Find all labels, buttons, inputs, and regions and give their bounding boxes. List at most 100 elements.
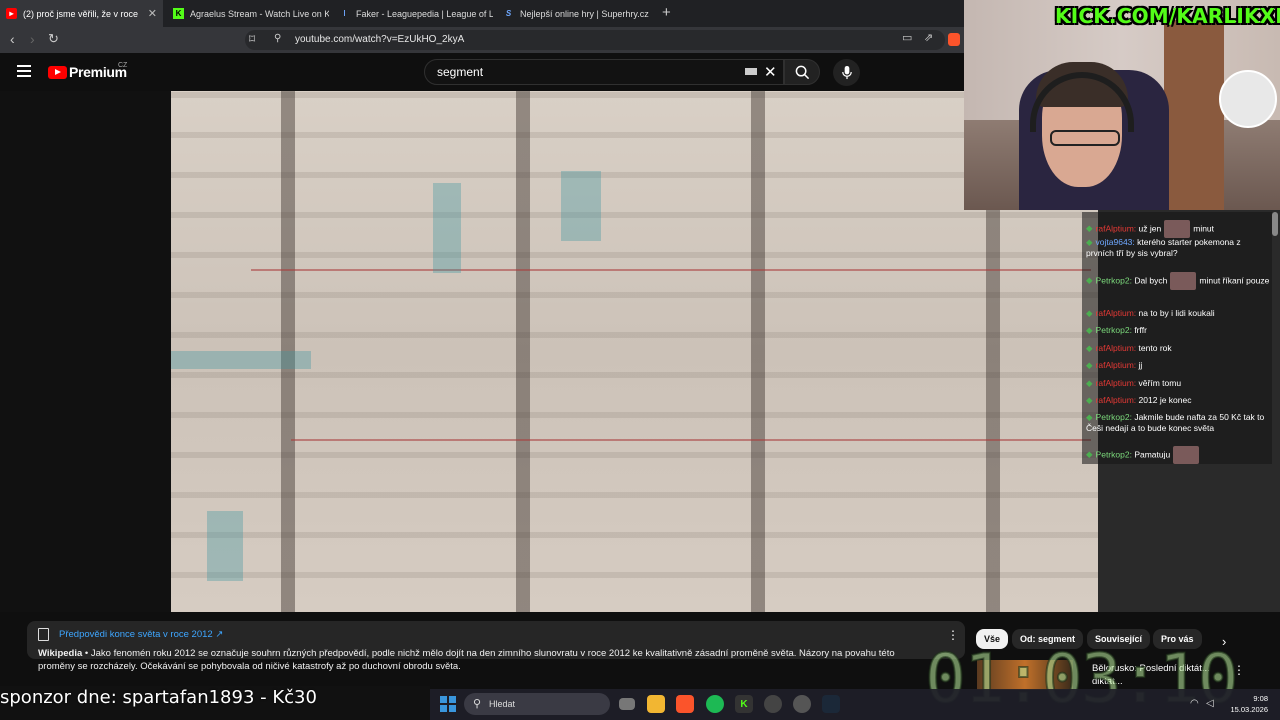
- chat-message: ◆ vojta9643: kterého starter pokemona z p…: [1086, 237, 1270, 259]
- chat-text: frffr: [1134, 325, 1147, 335]
- search-button[interactable]: [784, 59, 820, 85]
- kick-app-icon[interactable]: K: [735, 695, 753, 713]
- video-detail: [207, 511, 243, 581]
- kick-icon: K: [173, 8, 184, 19]
- chat-text: Pamatuju: [1134, 449, 1171, 460]
- tab-label: Nejlepší online hry | Superhry.cz: [520, 8, 649, 19]
- search-icon: [795, 65, 809, 79]
- chat-message: ◆ rafAlptium: na to by i lidi koukali: [1086, 308, 1270, 319]
- chat-username: rafAlptium:: [1095, 223, 1137, 234]
- info-panel-source: Wikipedia: [38, 648, 83, 659]
- brave-shield-icon[interactable]: [948, 33, 960, 46]
- gem-icon: ◆: [1086, 237, 1093, 247]
- screen-icon[interactable]: ▭: [902, 31, 912, 44]
- chat-message: ◆ rafAlptium: 2012 je konec: [1086, 395, 1270, 406]
- chat-message: ◆ Petrkop2: frffr: [1086, 325, 1270, 336]
- close-icon[interactable]: ✕: [142, 7, 157, 20]
- network-icon[interactable]: ◠: [1190, 698, 1199, 709]
- obs-icon[interactable]: [793, 695, 811, 713]
- gem-icon: ◆: [1086, 223, 1093, 234]
- spotify-icon[interactable]: [706, 695, 724, 713]
- tab-label: Faker - Leaguepedia | League of Lege: [356, 8, 493, 19]
- emote-icon: [1170, 272, 1197, 290]
- forward-icon[interactable]: ›: [30, 31, 35, 47]
- share-icon[interactable]: ⇗: [924, 31, 933, 44]
- keyboard-icon[interactable]: [745, 68, 757, 75]
- chat-text: na to by i lidi koukali: [1138, 308, 1215, 318]
- chat-text: věřím tomu: [1138, 378, 1182, 388]
- chat-scrollbar[interactable]: [1272, 212, 1278, 236]
- tab-kick[interactable]: K Agraelus Stream - Watch Live on Kick: [167, 0, 329, 27]
- chat-text: jj: [1138, 360, 1143, 370]
- taskbar-clock[interactable]: 9:08 15.03.2026: [1222, 693, 1268, 715]
- file-explorer-icon[interactable]: [647, 695, 665, 713]
- gem-icon: ◆: [1086, 378, 1093, 388]
- video-detail: [171, 351, 311, 369]
- task-view-icon[interactable]: [619, 698, 635, 710]
- chat-message: ◆ Petrkop2: Jakmile bude nafta za 50 Kč t…: [1086, 412, 1270, 434]
- tab-youtube[interactable]: ▸ (2) proč jsme věřili, že v roce ✕: [0, 0, 163, 27]
- emote-icon: [1173, 446, 1200, 464]
- video-detail: [291, 439, 1091, 441]
- tab-superhry[interactable]: S Nejlepší online hry | Superhry.cz: [497, 0, 657, 27]
- taskbar-search-placeholder: Hledat: [489, 699, 516, 709]
- site-info-icon[interactable]: ⚲: [274, 33, 281, 44]
- video-detail: [433, 183, 461, 273]
- back-icon[interactable]: ‹: [10, 31, 15, 47]
- chat-text: minut: [1193, 223, 1215, 234]
- url-text[interactable]: youtube.com/watch?v=EzUkHO_2kyA: [295, 34, 464, 45]
- superhry-icon: S: [505, 9, 512, 18]
- chat-username: vojta9643:: [1095, 237, 1135, 247]
- gem-icon: ◆: [1086, 343, 1093, 353]
- tab-label: (2) proč jsme věřili, že v roce: [23, 8, 139, 19]
- clear-search-icon[interactable]: ✕: [764, 63, 777, 81]
- brave-browser-icon[interactable]: [676, 695, 694, 713]
- page-background-left: [0, 91, 171, 612]
- reload-icon[interactable]: ↻: [48, 31, 59, 47]
- leaguepedia-icon: ǀ: [343, 9, 346, 18]
- volume-icon[interactable]: ◁: [1206, 698, 1214, 709]
- search-input[interactable]: [435, 64, 739, 80]
- taskbar-search[interactable]: [464, 693, 610, 715]
- bookmark-icon[interactable]: ⌑: [249, 32, 255, 46]
- region-code: CZ: [118, 62, 128, 69]
- info-panel-body: • Jako fenomén roku 2012 se označuje sou…: [38, 648, 895, 672]
- gem-icon: ◆: [1086, 395, 1093, 405]
- chat-text: Dal bych: [1134, 275, 1168, 286]
- emote-icon: [1164, 220, 1191, 238]
- article-icon: [38, 628, 49, 641]
- chat-username: rafAlptium:: [1095, 360, 1137, 370]
- video-player[interactable]: [171, 91, 1098, 612]
- chat-username: Petrkop2:: [1095, 275, 1132, 286]
- chat-username: Petrkop2:: [1095, 325, 1132, 335]
- chat-text: minut říkaní pouze: [1199, 275, 1270, 286]
- info-panel-text: Wikipedia • Jako fenomén roku 2012 se oz…: [38, 647, 928, 673]
- voice-search-button[interactable]: [833, 59, 860, 86]
- info-panel-title[interactable]: Předpovědi konce světa v roce 2012 ↗: [59, 629, 223, 640]
- tab-leaguepedia[interactable]: ǀ Faker - Leaguepedia | League of Lege: [333, 0, 493, 27]
- chat-text: tento rok: [1138, 343, 1172, 353]
- chat-message: ◆ rafAlptium: jj: [1086, 360, 1270, 371]
- youtube-logo-icon[interactable]: [48, 66, 67, 79]
- windows-start-icon[interactable]: [440, 696, 456, 712]
- new-tab-button[interactable]: +: [662, 4, 671, 21]
- chat-text: 2012 je konec: [1138, 395, 1192, 405]
- youtube-icon: ▸: [6, 8, 17, 19]
- tab-label: Agraelus Stream - Watch Live on Kick: [190, 8, 329, 19]
- app-icon[interactable]: [764, 695, 782, 713]
- chat-username: rafAlptium:: [1095, 308, 1137, 318]
- gem-icon: ◆: [1086, 360, 1093, 370]
- gem-icon: ◆: [1086, 275, 1093, 286]
- search-box[interactable]: [424, 59, 784, 85]
- chat-username: rafAlptium:: [1095, 378, 1137, 388]
- steam-icon[interactable]: [822, 695, 840, 713]
- chat-username: Petrkop2:: [1095, 449, 1132, 460]
- chat-message: ◆ rafAlptium: tento rok: [1086, 343, 1270, 354]
- menu-icon[interactable]: [17, 65, 31, 80]
- chat-username: rafAlptium:: [1095, 343, 1137, 353]
- webcam-overlay: [964, 0, 1280, 210]
- chat-message: ◆ rafAlptium: věřím tomu: [1086, 378, 1270, 389]
- sponsor-text: sponzor dne: spartafan1893 - Kč30: [0, 687, 317, 708]
- video-detail: [251, 269, 1091, 271]
- gem-icon: ◆: [1086, 449, 1093, 460]
